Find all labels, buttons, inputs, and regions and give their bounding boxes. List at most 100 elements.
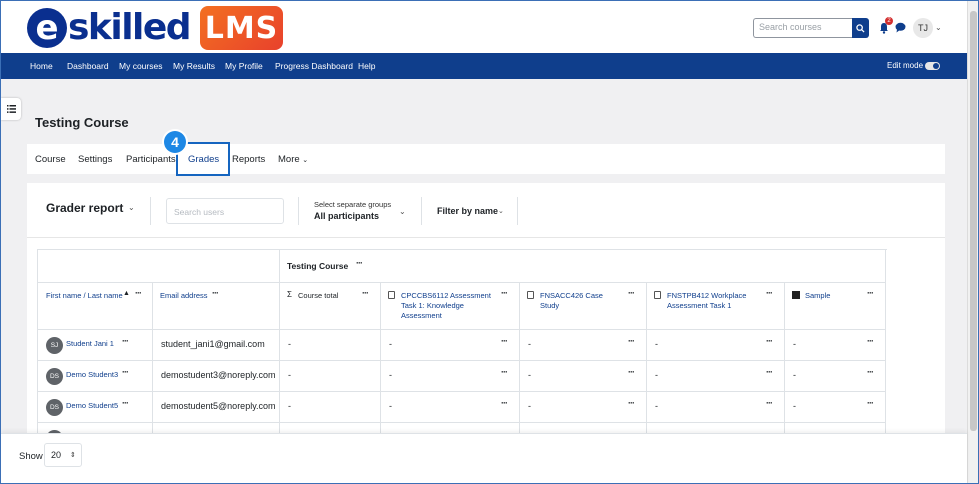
grade-cell[interactable]: - ··· [785,330,886,361]
grade-cell[interactable]: - ··· [647,361,785,392]
grade-value: - [288,370,291,380]
assignment-icon [527,291,534,299]
select-arrows-icon[interactable]: ⇕ [70,451,76,459]
column-header-email: Email address ··· [153,283,280,330]
student-cell: DS Demo Student5 ··· [37,392,153,423]
grade-value: - [655,401,658,411]
grade-cell[interactable]: - ··· [785,392,886,423]
student-email: demostudent3@noreply.com [161,370,276,380]
grade-cell[interactable]: - ··· [381,330,520,361]
grade-item-link[interactable]: FNSTPB412 Workplace Assessment Task 1 [667,291,761,311]
per-page-select[interactable]: 20 [44,443,82,467]
email-column-sort[interactable]: Email address [160,291,208,301]
groups-select[interactable]: All participants [314,211,379,221]
primary-navigation: Home Dashboard My courses My Results My … [1,53,967,79]
nav-my-results[interactable]: My Results [173,61,215,71]
more-actions-icon[interactable]: ··· [501,336,508,346]
page-scrollbar[interactable] [967,1,978,483]
grade-cell[interactable]: - ··· [785,361,886,392]
grade-item-link[interactable]: FNSACC426 Case Study [540,291,610,311]
more-actions-icon[interactable]: ··· [867,288,874,298]
more-actions-icon[interactable]: ··· [628,398,635,408]
scrollbar-thumb[interactable] [970,11,977,431]
divider [27,237,945,238]
student-avatar[interactable]: SJ [46,337,63,354]
user-avatar[interactable]: TJ [913,18,933,38]
student-name-link[interactable]: Demo Student5 [66,401,118,410]
nav-progress-dashboard[interactable]: Progress Dashboard [275,61,353,71]
more-actions-icon[interactable]: ··· [501,398,508,408]
message-icon[interactable] [895,22,906,33]
grade-cell[interactable]: - [280,330,381,361]
more-actions-icon[interactable]: ··· [867,367,874,377]
grade-value: - [793,401,796,411]
more-actions-icon[interactable]: ··· [628,367,635,377]
chevron-down-icon[interactable]: ⌄ [935,23,942,32]
more-actions-icon[interactable]: ··· [628,336,635,346]
course-category-header: Testing Course ··· [280,250,886,283]
chevron-down-icon[interactable]: ⌄ [128,203,135,212]
nav-help[interactable]: Help [358,61,375,71]
divider [150,197,151,225]
grade-item-link[interactable]: CPCCBS6112 Assessment Task 1: Knowledge … [401,291,495,321]
more-actions-icon[interactable]: ··· [766,398,773,408]
search-button[interactable] [852,18,869,38]
tab-course[interactable]: Course [35,154,66,165]
nav-my-profile[interactable]: My Profile [225,61,263,71]
student-name-link[interactable]: Demo Student3 [66,370,118,379]
chevron-down-icon[interactable]: ⌄ [498,207,504,215]
more-actions-icon[interactable]: ··· [628,288,635,298]
course-search-input[interactable]: Search courses [753,18,853,38]
more-actions-icon[interactable]: ··· [122,336,129,346]
grader-report-selector[interactable]: Grader report [46,201,123,215]
search-users-input[interactable]: Search users [166,198,284,224]
tab-settings[interactable]: Settings [78,154,112,165]
more-actions-icon[interactable]: ··· [867,336,874,346]
more-actions-icon[interactable]: ··· [212,288,219,298]
more-actions-icon[interactable]: ··· [766,336,773,346]
nav-my-courses[interactable]: My courses [119,61,162,71]
grade-cell[interactable]: - ··· [381,392,520,423]
grade-cell[interactable]: - ··· [647,392,785,423]
more-actions-icon[interactable]: ··· [356,258,363,268]
student-avatar[interactable]: DS [46,368,63,385]
grade-cell[interactable]: - ··· [520,392,647,423]
student-cell: SJ Student Jani 1 ··· [37,330,153,361]
student-name-link[interactable]: Student Jani 1 [66,339,114,348]
student-avatar[interactable]: DS [46,399,63,416]
more-actions-icon[interactable]: ··· [362,288,369,298]
tab-participants[interactable]: Participants [126,154,176,165]
divider [298,197,299,225]
edit-mode-label: Edit mode [887,61,924,70]
tab-reports[interactable]: Reports [232,154,265,165]
tab-more[interactable]: More ⌄ [278,154,308,165]
chevron-down-icon[interactable]: ⌄ [399,207,406,216]
sort-asc-icon[interactable]: ▲ [123,290,130,297]
more-actions-icon[interactable]: ··· [501,288,508,298]
grade-cell[interactable]: - ··· [647,330,785,361]
course-index-toggle[interactable] [1,98,21,120]
grade-cell[interactable]: - [280,392,381,423]
student-email: student_jani1@gmail.com [161,339,265,349]
more-actions-icon[interactable]: ··· [867,398,874,408]
chevron-down-icon: ⌄ [302,157,309,164]
filter-by-name-button[interactable]: Filter by name [437,206,498,216]
more-actions-icon[interactable]: ··· [135,288,142,298]
nav-dashboard[interactable]: Dashboard [67,61,109,71]
eskilled-logo[interactable]: e skilled [27,7,192,49]
tab-grades[interactable]: Grades [188,154,219,165]
more-actions-icon[interactable]: ··· [766,367,773,377]
more-actions-icon[interactable]: ··· [501,367,508,377]
nav-home[interactable]: Home [30,61,53,71]
grade-cell[interactable]: - ··· [520,361,647,392]
grade-cell[interactable]: - ··· [520,330,647,361]
more-actions-icon[interactable]: ··· [122,398,129,408]
more-actions-icon[interactable]: ··· [766,288,773,298]
more-actions-icon[interactable]: ··· [122,367,129,377]
name-column-sort[interactable]: First name / Last name [46,291,123,301]
grade-item-link[interactable]: Sample [805,291,830,301]
grade-cell[interactable]: - [280,361,381,392]
edit-mode-toggle[interactable] [925,62,940,70]
grade-cell[interactable]: - ··· [381,361,520,392]
student-cell: DS Demo Student3 ··· [37,361,153,392]
